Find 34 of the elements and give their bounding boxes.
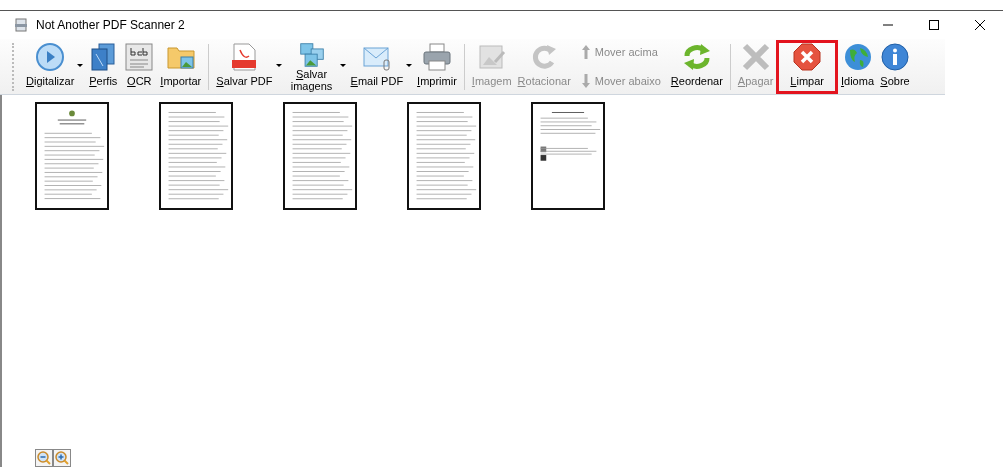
zoom-in-icon <box>55 451 69 465</box>
stop-x-icon <box>792 41 823 72</box>
toolbar-button[interactable]: Salvar imagens <box>283 39 340 94</box>
page-thumbnail[interactable] <box>531 102 605 210</box>
page-thumbnail[interactable] <box>407 102 481 210</box>
zoom-out-icon <box>37 451 51 465</box>
close-icon <box>975 20 985 30</box>
toolbar-button[interactable]: OCR <box>121 39 158 94</box>
x-mark-icon <box>740 41 771 72</box>
window-title: Not Another PDF Scanner 2 <box>36 17 186 34</box>
play-circle-icon <box>35 41 66 72</box>
toolbar-button[interactable]: Importar <box>157 39 205 94</box>
arrow-down-icon <box>580 72 591 89</box>
page-thumbnail[interactable] <box>35 102 109 210</box>
arrow-up-icon <box>580 44 591 61</box>
zoom-in-button[interactable] <box>53 449 71 467</box>
toolbar-button[interactable]: Sobre <box>877 39 913 94</box>
toolbar-button[interactable]: Salvar PDF <box>213 39 276 94</box>
toolbar-button[interactable]: Idioma <box>838 39 877 94</box>
ocr-text-icon <box>124 41 155 72</box>
zoom-out-button[interactable] <box>35 449 53 467</box>
toolbar-button[interactable]: Reordenar <box>667 39 726 94</box>
globe-icon <box>842 41 873 72</box>
maximize-icon <box>929 20 939 30</box>
highlighted-toolbar-button[interactable]: Limpar <box>776 39 838 94</box>
page-thumbnail[interactable] <box>283 102 357 210</box>
toolbar-button[interactable]: Digitalizar <box>23 39 78 94</box>
toolbar-button[interactable]: Imprimir <box>414 39 460 94</box>
printer-icon <box>421 41 452 72</box>
app-icon <box>14 18 28 32</box>
page-thumbnail[interactable] <box>159 102 233 210</box>
toolbar-button[interactable]: Perfis <box>85 39 122 94</box>
toolbar-button[interactable]: Email PDF <box>347 39 407 94</box>
info-icon <box>880 41 910 72</box>
